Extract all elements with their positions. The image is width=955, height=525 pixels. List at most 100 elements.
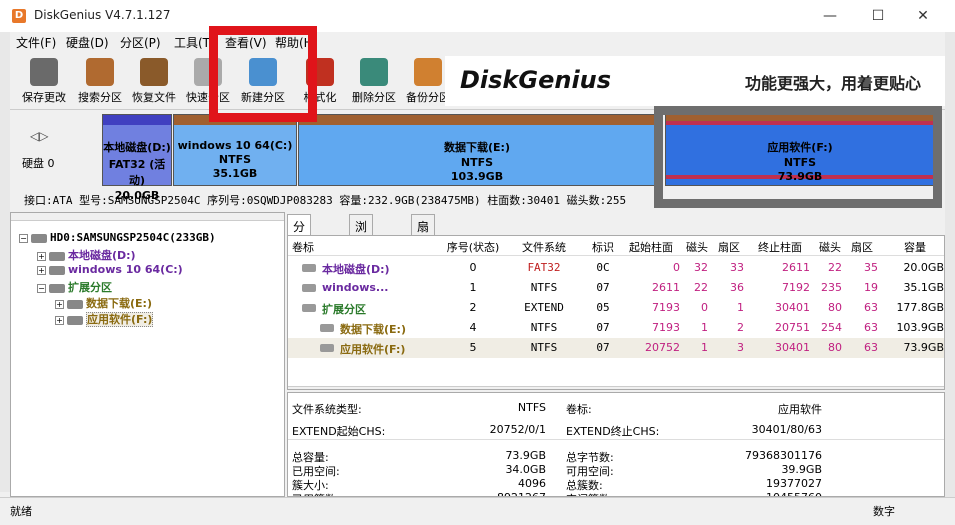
- column-header[interactable]: 容量: [886, 239, 944, 255]
- minimize-button[interactable]: —: [815, 6, 845, 26]
- expand-toggle-icon[interactable]: +: [55, 315, 64, 325]
- detail-value: 39.9GB: [781, 463, 822, 476]
- partition-table: 卷标 序号(状态) 文件系统 标识 起始柱面 磁头 扇区 终止柱面 磁头 扇区 容量 本地磁盘(D:)…: [287, 235, 945, 390]
- expand-toggle-icon[interactable]: −: [37, 283, 46, 293]
- menu-2[interactable]: 分区(P): [120, 34, 161, 51]
- background-window-edge: [0, 32, 10, 492]
- table-row[interactable]: windows... 1 NTFS 07 2611 22 36 7192 235 19 35.1GB: [288, 278, 944, 298]
- tree-node[interactable]: − HD0:SAMSUNGSP2504C(233GB): [19, 231, 216, 244]
- column-header[interactable]: 卷标: [292, 239, 432, 255]
- row-cell: 33: [730, 261, 744, 274]
- detail-value: 73.9GB: [505, 449, 546, 462]
- unallocated-block[interactable]: [598, 114, 656, 186]
- title-bar: D DiskGenius V4.7.1.127 — ☐ ✕: [0, 0, 955, 32]
- column-header[interactable]: 扇区: [714, 239, 744, 255]
- row-cell: EXTEND: [524, 301, 564, 314]
- tree-scroll-top[interactable]: [11, 213, 284, 221]
- row-cell: 30401: [775, 341, 810, 354]
- tree-node[interactable]: + 本地磁盘(D:): [37, 247, 136, 263]
- tree-node[interactable]: + windows 10 64(C:): [37, 263, 183, 276]
- partition-block-1[interactable]: windows 10 64(C:) NTFS 35.1GB: [173, 114, 297, 186]
- search-icon: [86, 58, 114, 86]
- menu-1[interactable]: 硬盘(D): [66, 34, 109, 51]
- detail-value: 30401/80/63: [751, 423, 822, 436]
- partition-fs: FAT32 (活动): [108, 158, 166, 187]
- partition-block-0[interactable]: 本地磁盘(D:) FAT32 (活动) 20.0GB: [102, 114, 172, 202]
- partition-details: 文件系统类型: NTFS 卷标: 应用软件 EXTEND起始CHS: 20752/0/1 E…: [287, 392, 945, 497]
- detail-value: NTFS: [517, 401, 546, 414]
- tab-0[interactable]: 分区参数: [287, 214, 312, 285]
- expand-toggle-icon[interactable]: −: [19, 233, 28, 243]
- row-cell: 80: [828, 301, 842, 314]
- row-cell: 19: [864, 281, 878, 294]
- column-header[interactable]: 磁头: [818, 239, 842, 255]
- backup-icon: [414, 58, 442, 86]
- row-cell: 63: [864, 341, 878, 354]
- toolbar-label: 搜索分区: [78, 91, 122, 104]
- tab-1[interactable]: 浏览文件: [349, 214, 374, 285]
- row-cell: 63: [864, 321, 878, 334]
- disk-icon: [31, 233, 47, 243]
- menu-0[interactable]: 文件(F): [16, 34, 56, 51]
- tree-node[interactable]: − 扩展分区: [37, 279, 112, 295]
- toolbar-label: 保存更改: [22, 91, 66, 104]
- banner-ad[interactable]: DiskGenius 功能更强大，用着更贴心: [445, 56, 945, 106]
- toolbar-button-1[interactable]: 搜索分区: [72, 56, 128, 108]
- row-cell: 1: [701, 341, 708, 354]
- toolbar-button-2[interactable]: 恢复文件: [126, 56, 182, 108]
- row-name: 数据下载(E:): [340, 323, 406, 336]
- column-header[interactable]: 标识: [588, 239, 618, 255]
- partition-row-icon: [320, 324, 334, 332]
- column-header[interactable]: 文件系统: [514, 239, 574, 255]
- row-cell: 07: [596, 321, 610, 334]
- recover-icon: [140, 58, 168, 86]
- row-cell: 7192: [782, 281, 810, 294]
- expand-toggle-icon[interactable]: +: [55, 299, 64, 309]
- save-icon: [30, 58, 58, 86]
- table-row[interactable]: 本地磁盘(D:) 0 FAT32 0C 0 32 33 2611 22 35 20.0GB: [288, 258, 944, 278]
- details-panel: 分区参数浏览文件扇区编辑 卷标序号(状态)文件系统标识起始柱面磁头扇区终止柱面磁…: [287, 212, 945, 497]
- partition-row-icon: [302, 284, 316, 292]
- table-row[interactable]: 数据下载(E:) 4 NTFS 07 7193 1 2 20751 254 63 103.9GB: [288, 318, 944, 338]
- row-cell: 36: [730, 281, 744, 294]
- disk-icon: [49, 283, 65, 293]
- row-cell: 32: [694, 261, 708, 274]
- horizontal-scrollbar[interactable]: [288, 386, 944, 389]
- row-cell: 20752: [645, 341, 680, 354]
- close-button[interactable]: ✕: [908, 6, 938, 26]
- toolbar-label: 恢复文件: [132, 91, 176, 104]
- disk-nav-arrows-icon[interactable]: ◁▷: [30, 129, 48, 143]
- toolbar-button-0[interactable]: 保存更改: [16, 56, 72, 108]
- disk-icon: [67, 315, 83, 325]
- row-cell: 2: [469, 301, 477, 314]
- maximize-button[interactable]: ☐: [863, 6, 893, 26]
- column-header[interactable]: 磁头: [686, 239, 708, 255]
- table-row[interactable]: 扩展分区 2 EXTEND 05 7193 0 1 30401 80 63 177.8GB: [288, 298, 944, 318]
- table-header: 卷标 序号(状态) 文件系统 标识 起始柱面 磁头 扇区 终止柱面 磁头 扇区 容量: [288, 236, 944, 256]
- detail-value: 19377027: [766, 477, 822, 490]
- partition-row-icon: [320, 344, 334, 352]
- row-cell: NTFS: [530, 321, 558, 334]
- row-cell: 7193: [652, 301, 680, 314]
- row-cell: 20751: [775, 321, 810, 334]
- column-header[interactable]: 序号(状态): [442, 239, 504, 255]
- partition-fs: NTFS: [218, 153, 252, 166]
- column-header[interactable]: 扇区: [846, 239, 878, 255]
- partition-size: 35.1GB: [212, 167, 258, 180]
- delete-icon: [360, 58, 388, 86]
- column-header[interactable]: 终止柱面: [750, 239, 810, 255]
- status-bar: 就绪 数字: [0, 497, 955, 519]
- row-cell: 63: [864, 301, 878, 314]
- expand-toggle-icon[interactable]: +: [37, 251, 46, 261]
- detail-key: 卷标:: [566, 403, 592, 416]
- table-row[interactable]: 应用软件(F:) 5 NTFS 07 20752 1 3 30401 80 63 73.9GB: [288, 338, 944, 358]
- expand-toggle-icon[interactable]: +: [37, 265, 46, 275]
- row-cell: 177.8GB: [896, 301, 944, 314]
- column-header[interactable]: 起始柱面: [622, 239, 680, 255]
- tab-2[interactable]: 扇区编辑: [411, 214, 436, 285]
- row-cell: NTFS: [530, 341, 558, 354]
- tree-node[interactable]: + 数据下载(E:): [55, 295, 152, 311]
- detail-value: 4096: [518, 477, 546, 490]
- tree-node[interactable]: + 应用软件(F:): [55, 311, 154, 327]
- toolbar-button-6[interactable]: 删除分区: [346, 56, 402, 108]
